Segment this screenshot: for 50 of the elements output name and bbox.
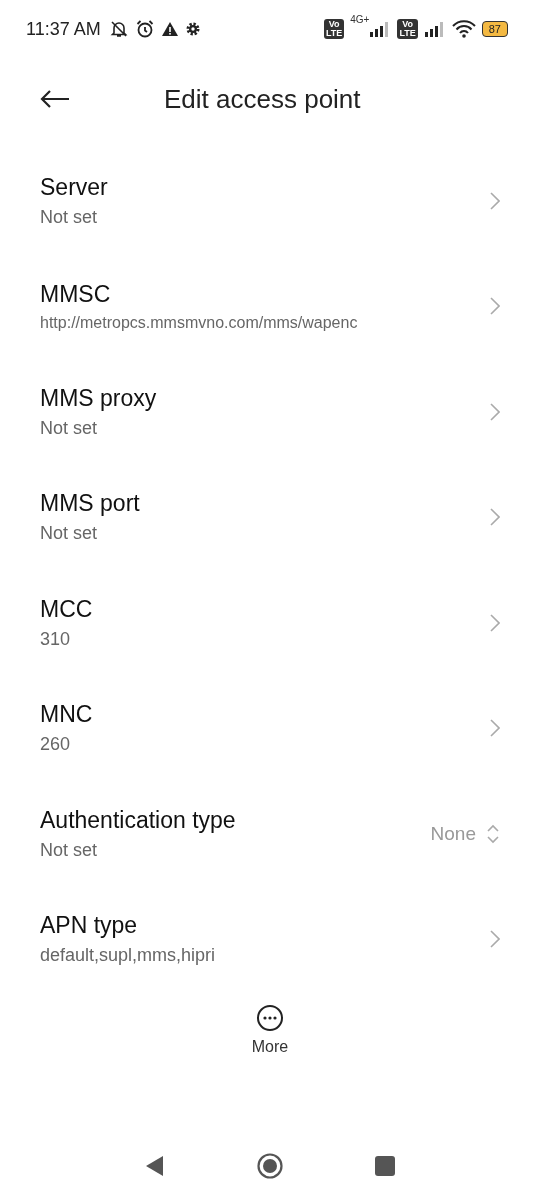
alarm-clock-icon xyxy=(134,19,155,39)
setting-value: Not set xyxy=(40,206,99,228)
chevron-right-icon xyxy=(490,191,500,210)
more-icon xyxy=(256,1004,284,1032)
volte-badge: Vo LTE xyxy=(323,19,345,39)
settings-row[interactable]: MMS proxy Not set xyxy=(0,359,540,465)
setting-title: Server xyxy=(40,173,109,201)
chevron-right-icon xyxy=(490,297,500,316)
more-button[interactable]: More xyxy=(251,1004,289,1056)
setting-value: 260 xyxy=(40,734,72,756)
setting-title: MMS proxy xyxy=(40,384,158,412)
settings-row[interactable]: APN type default,supl,mms,hipri xyxy=(0,886,540,992)
settings-row[interactable]: Authentication type Not set None xyxy=(0,781,540,887)
status-time: 11:37 AM xyxy=(26,18,101,40)
setting-value: Not set xyxy=(40,417,99,439)
signal-icon xyxy=(423,21,446,37)
setting-title: MMS port xyxy=(40,490,141,518)
setting-title: MCC xyxy=(40,595,94,623)
back-arrow-icon[interactable] xyxy=(40,89,70,109)
setting-title: APN type xyxy=(40,912,139,940)
wifi-icon xyxy=(451,20,476,38)
setting-title: MMSC xyxy=(40,280,112,308)
volte-badge: Vo LTE xyxy=(397,19,418,39)
setting-value: http://metropcs.mmsmvno.com/mms/wapenc xyxy=(40,313,359,332)
settings-row[interactable]: MMS port Not set xyxy=(0,464,540,570)
setting-value: Not set xyxy=(40,523,99,545)
setting-title: Authentication type xyxy=(40,806,237,834)
warning-icon xyxy=(160,20,179,38)
up-down-chevron-icon xyxy=(486,822,500,845)
battery-indicator: 87 xyxy=(481,21,508,37)
chevron-right-icon xyxy=(490,719,500,738)
chevron-right-icon xyxy=(490,402,500,421)
chevron-right-icon xyxy=(490,508,500,527)
home-nav-icon[interactable] xyxy=(257,1153,283,1179)
chevron-right-icon xyxy=(490,613,500,632)
bell-off-icon xyxy=(108,19,129,39)
setting-value: default,supl,mms,hipri xyxy=(40,945,217,967)
page-title: Edit access point xyxy=(164,83,361,115)
settings-row[interactable]: MCC 310 xyxy=(0,570,540,676)
back-nav-icon[interactable] xyxy=(145,1155,165,1177)
settings-row[interactable]: MNC 260 xyxy=(0,675,540,781)
setting-value: Not set xyxy=(40,839,99,861)
network-type-label: 4G+ xyxy=(350,14,370,25)
settings-row[interactable]: MMSC http://metropcs.mmsmvno.com/mms/wapenc xyxy=(0,253,540,359)
selected-option: None xyxy=(430,822,476,845)
setting-value: 310 xyxy=(40,628,72,650)
chevron-right-icon xyxy=(490,930,500,949)
setting-title: MNC xyxy=(40,701,94,729)
settings-row[interactable]: Server Not set xyxy=(0,148,540,254)
settings-icon xyxy=(184,21,201,37)
